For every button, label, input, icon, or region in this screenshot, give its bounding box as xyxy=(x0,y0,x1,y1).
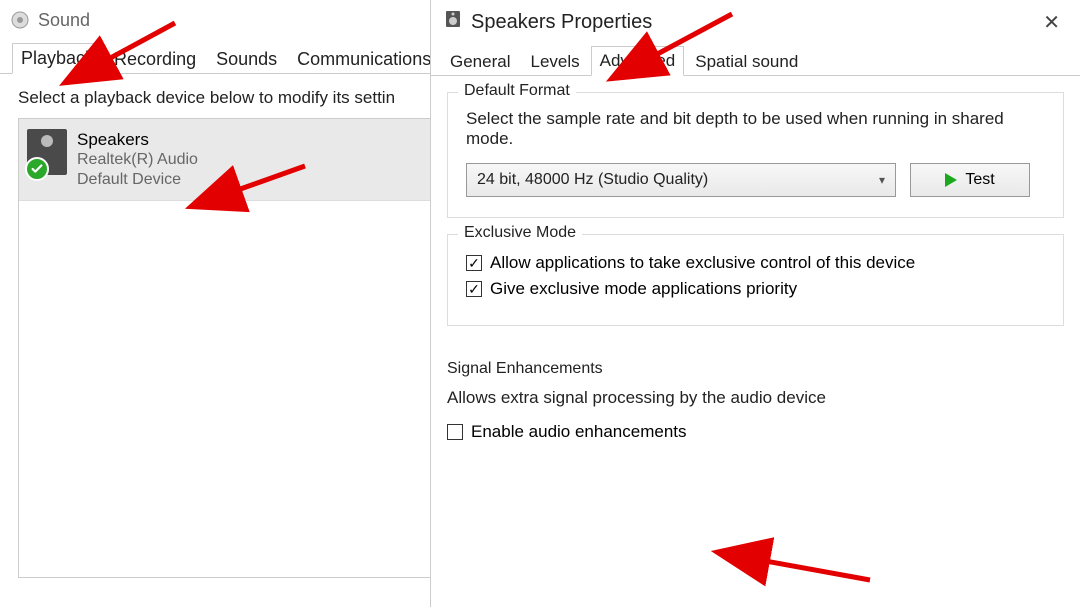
props-title-text: Speakers Properties xyxy=(471,11,652,34)
tab-communications[interactable]: Communications xyxy=(288,44,440,74)
exclusive-mode-legend: Exclusive Mode xyxy=(458,224,582,242)
play-icon xyxy=(945,173,957,187)
props-tabstrip: General Levels Advanced Spatial sound xyxy=(431,44,1080,76)
speaker-icon xyxy=(10,10,30,30)
exclusive-control-label: Allow applications to take exclusive con… xyxy=(490,253,915,273)
tab-sounds[interactable]: Sounds xyxy=(207,44,286,74)
exclusive-mode-group: Exclusive Mode Allow applications to tak… xyxy=(447,234,1064,326)
close-button[interactable]: ✕ xyxy=(1035,8,1068,37)
default-check-icon xyxy=(25,157,49,181)
signal-enhancements-desc: Allows extra signal processing by the au… xyxy=(447,388,1064,408)
signal-enhancements-group: Signal Enhancements Allows extra signal … xyxy=(447,348,1064,468)
tab-playback[interactable]: Playback xyxy=(12,43,103,74)
tab-general[interactable]: General xyxy=(441,47,519,76)
speaker-icon xyxy=(443,9,463,35)
props-titlebar: Speakers Properties ✕ xyxy=(431,0,1080,44)
default-format-legend: Default Format xyxy=(458,82,576,100)
device-name: Speakers xyxy=(77,129,198,150)
enable-enhancements-label: Enable audio enhancements xyxy=(471,422,687,442)
tab-advanced[interactable]: Advanced xyxy=(591,46,685,76)
signal-enhancements-legend: Signal Enhancements xyxy=(447,360,1064,378)
exclusive-priority-checkbox[interactable] xyxy=(466,281,482,297)
device-text: Speakers Realtek(R) Audio Default Device xyxy=(77,129,198,190)
device-status: Default Device xyxy=(77,170,198,190)
tab-spatial-sound[interactable]: Spatial sound xyxy=(686,47,807,76)
format-select[interactable]: 24 bit, 48000 Hz (Studio Quality) ▾ xyxy=(466,163,896,197)
speakers-properties-window: Speakers Properties ✕ General Levels Adv… xyxy=(430,0,1080,607)
enable-enhancements-checkbox-row[interactable]: Enable audio enhancements xyxy=(447,422,1064,442)
chevron-down-icon: ▾ xyxy=(879,173,885,187)
test-button[interactable]: Test xyxy=(910,163,1030,197)
exclusive-control-checkbox[interactable] xyxy=(466,255,482,271)
device-driver: Realtek(R) Audio xyxy=(77,150,198,170)
test-button-label: Test xyxy=(965,171,994,189)
tab-recording[interactable]: Recording xyxy=(105,44,205,74)
device-speaker-icon xyxy=(27,129,67,175)
default-format-desc: Select the sample rate and bit depth to … xyxy=(466,109,1045,149)
exclusive-control-checkbox-row[interactable]: Allow applications to take exclusive con… xyxy=(466,253,1045,273)
enable-enhancements-checkbox[interactable] xyxy=(447,424,463,440)
exclusive-priority-checkbox-row[interactable]: Give exclusive mode applications priorit… xyxy=(466,279,1045,299)
sound-title: Sound xyxy=(38,10,90,31)
tab-levels[interactable]: Levels xyxy=(521,47,588,76)
exclusive-priority-label: Give exclusive mode applications priorit… xyxy=(490,279,797,299)
default-format-group: Default Format Select the sample rate an… xyxy=(447,92,1064,218)
format-select-value: 24 bit, 48000 Hz (Studio Quality) xyxy=(477,171,708,189)
